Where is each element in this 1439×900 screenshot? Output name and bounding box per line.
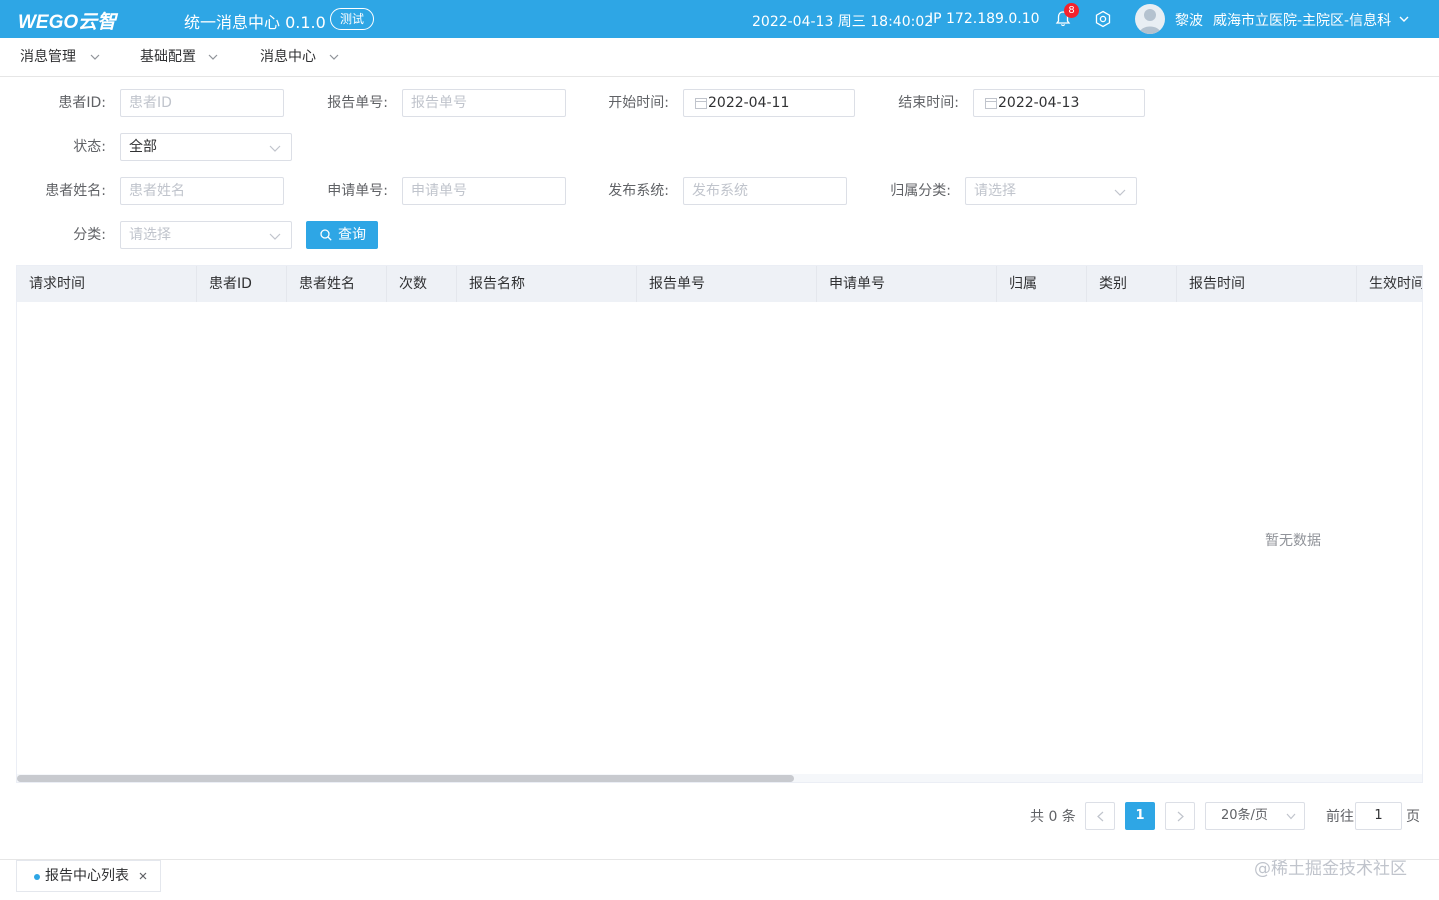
column-header-type[interactable]: 类别 bbox=[1087, 266, 1177, 302]
page-number-current[interactable]: 1 bbox=[1125, 802, 1155, 830]
column-header-request-time[interactable]: 请求时间 bbox=[17, 266, 197, 302]
watermark: @稀土掘金技术社区 bbox=[1254, 859, 1407, 879]
nav-item-message-management[interactable]: 消息管理 bbox=[20, 38, 110, 76]
app-title: 统一消息中心 0.1.0 bbox=[184, 13, 326, 32]
chevron-down-icon bbox=[1286, 813, 1296, 820]
nav-item-label: 消息中心 bbox=[260, 49, 316, 65]
patient-name-label: 患者姓名: bbox=[45, 183, 106, 199]
page-size-value: 20条/页 bbox=[1221, 808, 1268, 823]
avatar[interactable] bbox=[1135, 4, 1165, 34]
chevron-down-icon bbox=[269, 233, 281, 240]
report-no-label: 报告单号: bbox=[327, 95, 388, 111]
report-table: 请求时间 患者ID 患者姓名 次数 报告名称 报告单号 申请单号 归属 类别 报… bbox=[16, 265, 1423, 783]
org-name[interactable]: 威海市立医院-主院区-信息科 bbox=[1213, 10, 1391, 30]
search-icon bbox=[320, 229, 332, 241]
goto-unit: 页 bbox=[1406, 809, 1420, 825]
horizontal-scrollbar[interactable] bbox=[17, 774, 1422, 782]
category-placeholder: 请选择 bbox=[129, 227, 171, 243]
start-date-picker[interactable]: 2022-04-11 bbox=[683, 89, 855, 117]
chevron-down-icon bbox=[269, 145, 281, 152]
main-nav: 消息管理 基础配置 消息中心 bbox=[0, 38, 1439, 77]
next-page-button[interactable] bbox=[1165, 802, 1195, 830]
publish-system-label: 发布系统: bbox=[608, 183, 669, 199]
column-header-report-no[interactable]: 报告单号 bbox=[637, 266, 817, 302]
calendar-icon bbox=[695, 98, 707, 109]
prev-page-button[interactable] bbox=[1085, 802, 1115, 830]
page-size-select[interactable]: 20条/页 bbox=[1205, 802, 1305, 830]
top-header: WEGO云智 统一消息中心 0.1.0 测试 2022-04-13 周三 18:… bbox=[0, 0, 1439, 38]
patient-id-input[interactable] bbox=[120, 89, 284, 117]
active-dot bbox=[34, 874, 40, 880]
nav-item-message-center[interactable]: 消息中心 bbox=[260, 38, 350, 76]
logo: WEGO云智 bbox=[18, 12, 117, 33]
end-date-picker[interactable]: 2022-04-13 bbox=[973, 89, 1145, 117]
column-header-report-time[interactable]: 报告时间 bbox=[1177, 266, 1357, 302]
column-header-patient-id[interactable]: 患者ID bbox=[197, 266, 287, 302]
user-avatar-icon bbox=[1139, 9, 1161, 34]
goto-page-input[interactable]: 1 bbox=[1355, 802, 1402, 830]
tab-label: 报告中心列表 bbox=[45, 868, 129, 884]
category-label: 分类: bbox=[73, 227, 106, 243]
report-no-input[interactable] bbox=[402, 89, 566, 117]
apply-no-label: 申请单号: bbox=[327, 183, 388, 199]
column-header-effective-time[interactable]: 生效时间 bbox=[1357, 266, 1422, 302]
column-header-belong[interactable]: 归属 bbox=[997, 266, 1087, 302]
chevron-down-icon[interactable] bbox=[1398, 13, 1410, 25]
chevron-down-icon bbox=[1114, 189, 1126, 196]
query-button[interactable]: 查询 bbox=[306, 221, 378, 249]
end-date-value: 2022-04-13 bbox=[998, 95, 1080, 111]
table-empty-text: 暂无数据 bbox=[1265, 533, 1321, 549]
apply-no-input[interactable] bbox=[402, 177, 566, 205]
scrollbar-thumb[interactable] bbox=[17, 775, 794, 782]
end-time-label: 结束时间: bbox=[898, 95, 959, 111]
chevron-down-icon bbox=[208, 54, 218, 60]
query-button-label: 查询 bbox=[338, 227, 366, 243]
calendar-icon bbox=[985, 98, 997, 109]
publish-system-input[interactable] bbox=[683, 177, 847, 205]
chevron-down-icon bbox=[90, 54, 100, 60]
env-badge: 测试 bbox=[330, 8, 375, 30]
tabbar-divider bbox=[0, 859, 1439, 860]
tab-report-center-list[interactable]: 报告中心列表 bbox=[16, 860, 161, 892]
chevron-left-icon bbox=[1097, 811, 1104, 822]
gear-icon[interactable] bbox=[1094, 10, 1112, 28]
column-header-apply-no[interactable]: 申请单号 bbox=[817, 266, 997, 302]
table-header: 请求时间 患者ID 患者姓名 次数 报告名称 报告单号 申请单号 归属 类别 报… bbox=[17, 266, 1422, 302]
nav-item-basic-config[interactable]: 基础配置 bbox=[140, 38, 230, 76]
pagination-total: 共 0 条 bbox=[1030, 809, 1076, 825]
belong-category-select[interactable]: 请选择 bbox=[965, 177, 1137, 205]
chevron-right-icon bbox=[1177, 811, 1184, 822]
header-ip: IP 172.189.0.10 bbox=[929, 11, 1040, 27]
column-header-report-name[interactable]: 报告名称 bbox=[457, 266, 637, 302]
status-label: 状态: bbox=[73, 139, 106, 155]
header-datetime: 2022-04-13 周三 18:40:02 bbox=[752, 14, 934, 30]
start-date-value: 2022-04-11 bbox=[708, 95, 790, 111]
patient-id-label: 患者ID: bbox=[58, 95, 106, 111]
notification-badge: 8 bbox=[1064, 3, 1079, 18]
column-header-count[interactable]: 次数 bbox=[387, 266, 457, 302]
status-select-value: 全部 bbox=[129, 139, 157, 155]
close-icon[interactable] bbox=[138, 871, 148, 881]
start-time-label: 开始时间: bbox=[608, 95, 669, 111]
chevron-down-icon bbox=[329, 54, 339, 60]
category-select[interactable]: 请选择 bbox=[120, 221, 292, 249]
user-name[interactable]: 黎波 bbox=[1175, 10, 1203, 30]
nav-item-label: 基础配置 bbox=[140, 49, 196, 65]
belong-category-placeholder: 请选择 bbox=[974, 183, 1016, 199]
goto-label: 前往 bbox=[1326, 809, 1354, 825]
status-select[interactable]: 全部 bbox=[120, 133, 292, 161]
belong-category-label: 归属分类: bbox=[890, 183, 951, 199]
nav-item-label: 消息管理 bbox=[20, 49, 76, 65]
column-header-patient-name[interactable]: 患者姓名 bbox=[287, 266, 387, 302]
patient-name-input[interactable] bbox=[120, 177, 284, 205]
